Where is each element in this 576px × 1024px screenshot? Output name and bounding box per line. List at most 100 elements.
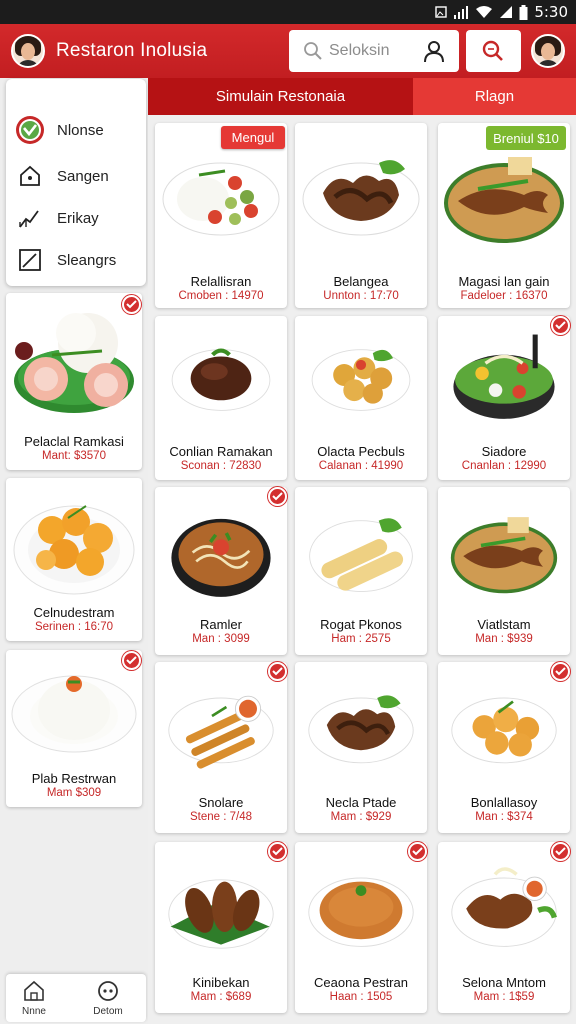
bottom-nav-label: Nnne (22, 1006, 46, 1017)
image-icon (435, 6, 448, 18)
sidebar-item-erikay[interactable]: Erikay (6, 200, 146, 236)
check-icon[interactable] (268, 842, 287, 861)
chicken-sauce-dish-image (451, 867, 557, 947)
promo-badge[interactable]: Mengul (221, 126, 285, 149)
menu-item-card[interactable]: Rogat Pkonos Ham : 2575 (295, 487, 427, 655)
sidebar-item-sangen[interactable]: Sangen (6, 158, 146, 194)
home-check-icon (16, 116, 44, 144)
tab-simulain-restonaia[interactable]: Simulain Restonaia (148, 78, 413, 115)
menu-item-card[interactable]: Viatlstam Man : $939 (438, 487, 570, 655)
avatar[interactable] (11, 34, 45, 68)
sidebar-nav: Nlonse Sangen Erikay Sleangrs (6, 79, 146, 286)
sidebar-item-label: Nlonse (57, 122, 104, 139)
status-icons: 5:30 (435, 3, 568, 21)
wings-dish-image (302, 160, 420, 236)
tab-rlagn[interactable]: Rlagn (413, 78, 576, 115)
check-icon[interactable] (268, 487, 287, 506)
status-bar: 5:30 (0, 0, 576, 24)
check-icon[interactable] (122, 651, 141, 670)
search-input[interactable] (329, 40, 419, 62)
dish-price: Sconan : 72830 (180, 460, 262, 472)
sidebar-item-label: Erikay (57, 210, 99, 227)
dish-name: Relallisran (190, 274, 252, 289)
app-title: Restaron Inolusia (56, 40, 208, 61)
check-icon[interactable] (551, 842, 570, 861)
dish-price: Unnton : 17:70 (323, 290, 399, 302)
chart-line-icon (16, 204, 44, 232)
dish-price: Mam $309 (46, 787, 102, 799)
sidebar-item-sleangrs[interactable]: Sleangrs (6, 242, 146, 278)
dish-price: Cnanlan : 12990 (461, 460, 547, 472)
menu-item-card[interactable]: Conlian Ramakan Sconan : 72830 (155, 316, 287, 480)
dish-image (13, 505, 135, 595)
home-icon (24, 980, 44, 1001)
dish-name: Pelaclal Ramkasi (24, 434, 124, 449)
bottom-nav: Nnne Detom (6, 974, 146, 1022)
beef-dish-image (171, 348, 271, 411)
cell-signal-icon (500, 6, 513, 18)
menu-item-card[interactable]: Selona Mntom Mam : 1$59 (438, 842, 570, 1013)
search-box[interactable] (289, 30, 459, 72)
house-icon (16, 162, 44, 190)
wifi-icon (476, 6, 493, 18)
dish-name: Plab Restrwan (31, 771, 117, 786)
check-icon[interactable] (268, 662, 287, 681)
dish-price: Man : $374 (475, 811, 533, 823)
dish-price: Serinen : 16:70 (34, 621, 113, 633)
dish-price: Stene : 7/48 (189, 811, 253, 823)
search-button[interactable] (466, 30, 521, 72)
user-icon[interactable] (422, 39, 446, 63)
sidebar-item-label: Sangen (57, 168, 109, 185)
check-icon[interactable] (408, 842, 427, 861)
dish-price: Mam : 1$59 (473, 991, 535, 1003)
dish-name: Ramler (200, 617, 242, 632)
fish-dish-image (450, 517, 558, 594)
dish-name: Conlian Ramakan (169, 444, 273, 459)
signal-bars-icon (454, 6, 469, 19)
menu-item-card[interactable]: Ramler Man : 3099 (155, 487, 287, 655)
dish-name: Olacta Pecbuls (317, 444, 405, 459)
sidebar-item-home[interactable]: Nlonse (6, 112, 146, 148)
dish-name: Magasi lan gain (458, 274, 550, 289)
friedrice-dish-image (308, 877, 414, 947)
menu-item-card[interactable]: Olacta Pecbuls Calanan : 41990 (295, 316, 427, 480)
drums-dish-image (168, 879, 274, 949)
sidebar-dish-card[interactable]: Plab Restrwan Mam $309 (6, 650, 142, 807)
dish-image (14, 313, 134, 413)
dish-name: Celnudestram (33, 605, 115, 620)
menu-item-card[interactable]: Belangea Unnton : 17:70 (295, 123, 427, 308)
menu-item-card[interactable]: Necla Ptade Mam : $929 (295, 662, 427, 833)
dish-name: Belangea (333, 274, 389, 289)
menu-item-card[interactable]: Bonlallasoy Man : $374 (438, 662, 570, 833)
search-icon (304, 42, 322, 60)
bottom-nav-detom[interactable]: Detom (80, 974, 136, 1022)
menu-item-card[interactable]: Magasi lan gain Fadeloer : 16370 (438, 123, 570, 308)
bottom-nav-label: Detom (93, 1006, 123, 1017)
menu-item-card[interactable]: Snolare Stene : 7/48 (155, 662, 287, 833)
menu-item-card[interactable]: Ceaona Pestran Haan : 1505 (295, 842, 427, 1013)
battery-icon (519, 4, 528, 20)
dish-price: Mam : $929 (330, 811, 392, 823)
dish-price: Haan : 1505 (329, 991, 393, 1003)
menu-item-card[interactable]: Siadore Cnanlan : 12990 (438, 316, 570, 480)
noodle-dish-image (171, 518, 271, 597)
dish-price: Man : 3099 (192, 633, 250, 645)
menu-item-card[interactable]: Relallisran Cmoben : 14970 (155, 123, 287, 308)
tab-bar: Simulain Restonaia Rlagn (148, 78, 576, 115)
dish-name: Siadore (481, 444, 527, 459)
chat-icon (98, 981, 118, 1001)
search-icon (482, 40, 503, 61)
check-icon[interactable] (122, 295, 141, 314)
sidebar-dish-card[interactable]: Pelaclal Ramkasi Mant: $3570 (6, 293, 142, 470)
rolls-dish-image (309, 518, 413, 592)
profile-avatar[interactable] (531, 34, 565, 68)
dish-name: Snolare (198, 795, 244, 810)
check-icon[interactable] (551, 316, 570, 335)
check-icon[interactable] (551, 662, 570, 681)
menu-item-card[interactable]: Kinibekan Mam : $689 (155, 842, 287, 1013)
dish-name: Selona Mntom (462, 975, 546, 990)
sidebar-dish-card[interactable]: Celnudestram Serinen : 16:70 (6, 478, 142, 641)
bottom-nav-home[interactable]: Nnne (6, 974, 62, 1022)
price-badge: Breniul $10 (486, 126, 566, 150)
fritters-dish-image (311, 349, 411, 411)
